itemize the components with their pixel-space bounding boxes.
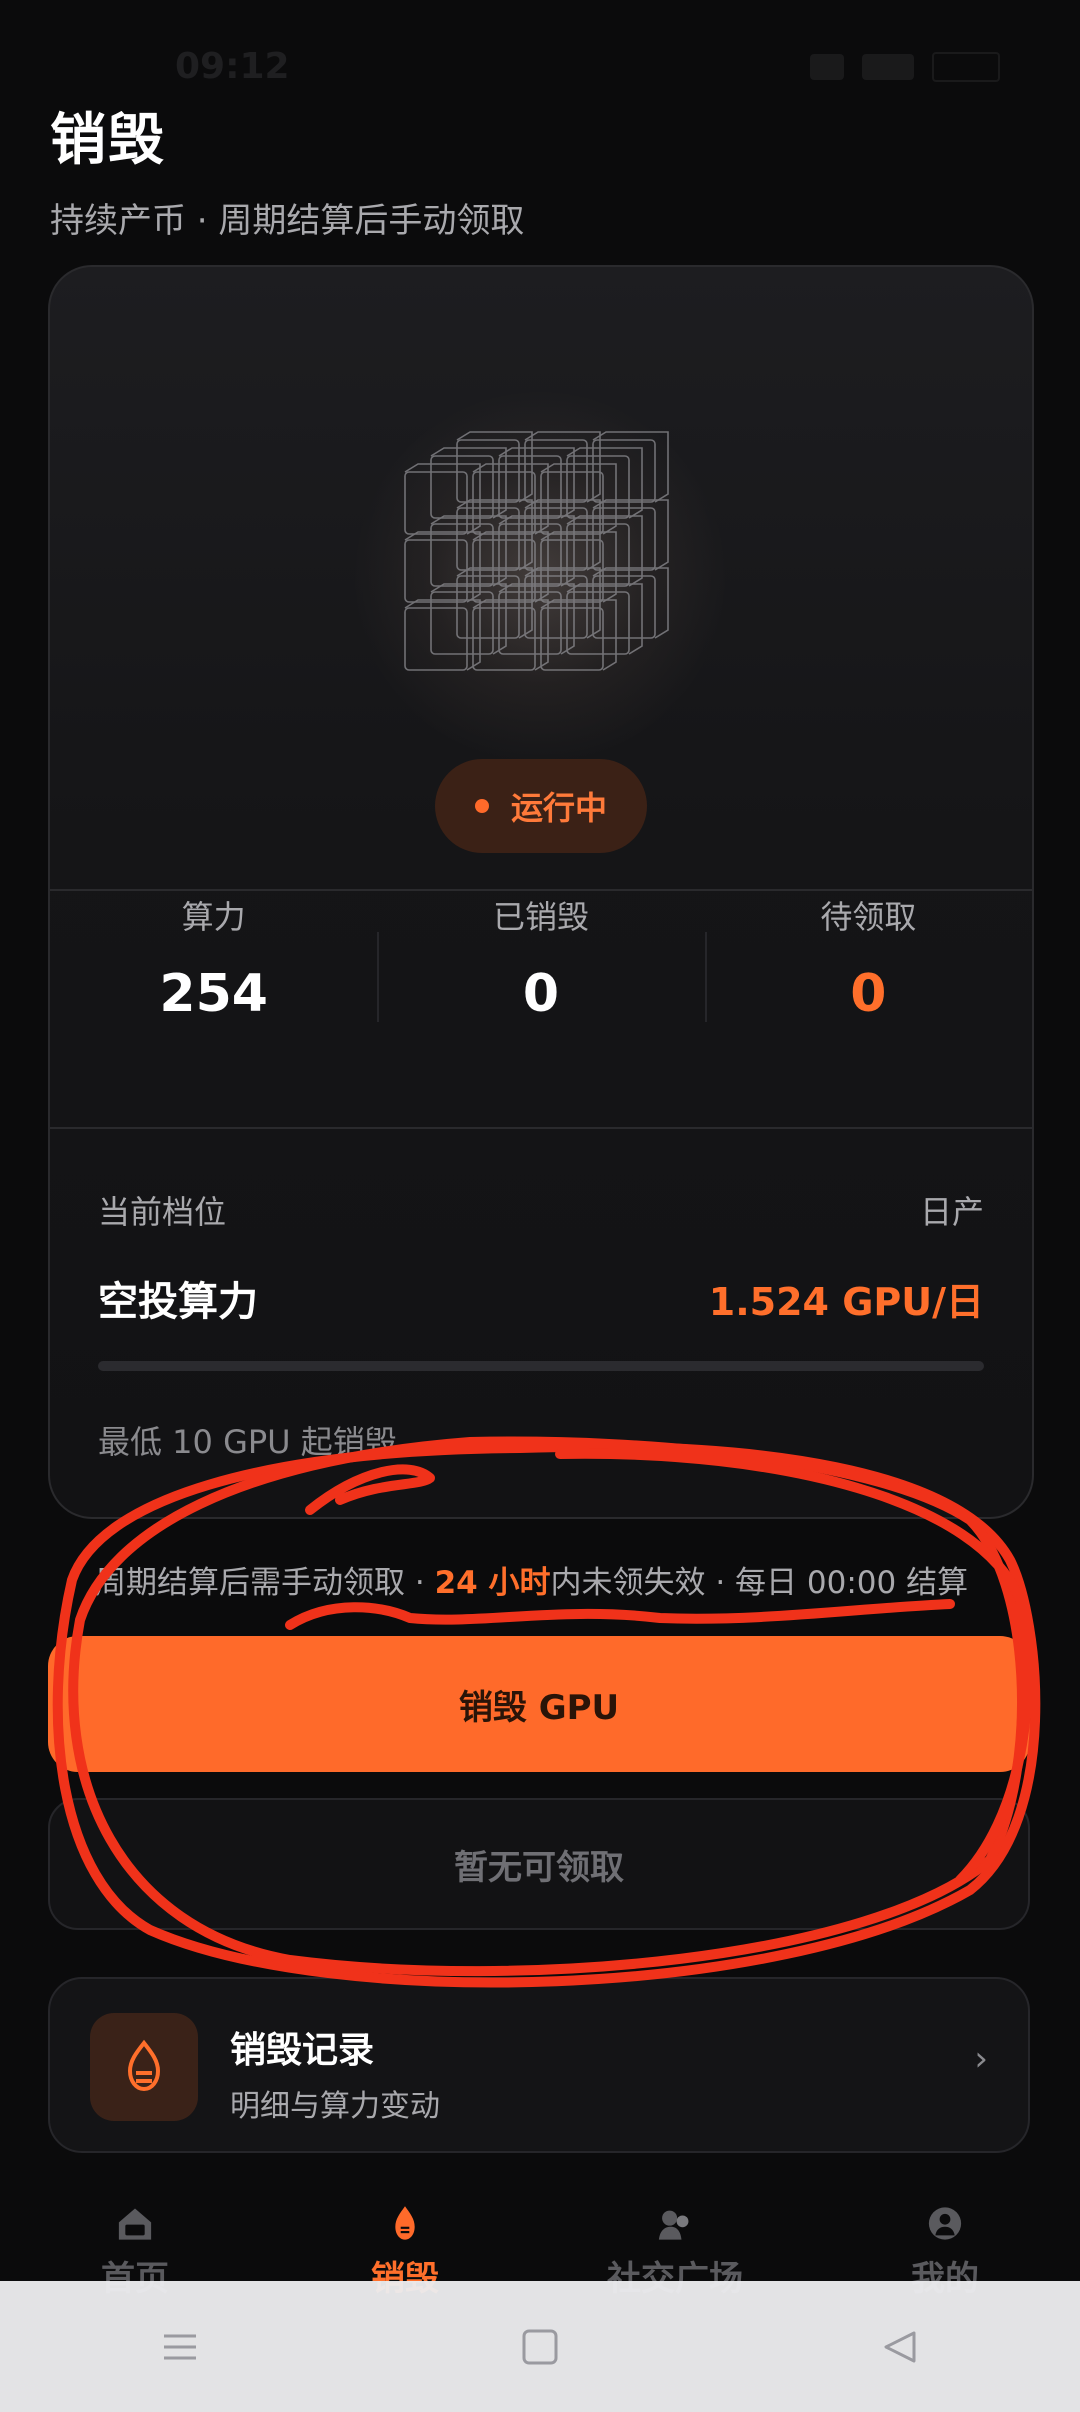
hd-icon bbox=[810, 54, 844, 80]
burn-card: 运行中 算力 254 已销毁 0 待领取 0 当前档位 日产 空投算力 1.52… bbox=[48, 265, 1034, 1519]
page-subtitle: 持续产币 · 周期结算后手动领取 bbox=[50, 201, 525, 241]
menu-nav-button[interactable] bbox=[140, 2307, 220, 2387]
notice-highlight: 24 小时 bbox=[434, 1565, 551, 1601]
stat-value: 0 bbox=[850, 964, 887, 1024]
cube-edge bbox=[566, 583, 643, 655]
cube-edge bbox=[498, 583, 575, 655]
cube-edge bbox=[592, 567, 669, 639]
back-triangle-icon bbox=[884, 2331, 916, 2362]
stat-label: 已销毁 bbox=[492, 898, 589, 936]
chevron-right-icon: › bbox=[974, 2039, 988, 2079]
home-icon bbox=[118, 2208, 152, 2240]
record-icon-box bbox=[90, 2013, 198, 2121]
divider bbox=[50, 1127, 1032, 1129]
tier-label: 当前档位 bbox=[98, 1193, 227, 1231]
settlement-notice: 周期结算后需手动领取 · 24 小时内未领失效 · 每日 00:00 结算 bbox=[95, 1557, 995, 1602]
status-dot bbox=[474, 799, 489, 813]
signal-icon bbox=[862, 54, 914, 80]
stats-row: 算力 254 已销毁 0 待领取 0 bbox=[50, 892, 1032, 1092]
burn-gpu-button[interactable]: 销毁 GPU bbox=[48, 1636, 1030, 1772]
record-title: 销毁记录 bbox=[230, 2030, 375, 2071]
cube-edge bbox=[524, 499, 601, 571]
flame-icon bbox=[127, 2039, 161, 2092]
cube-edge bbox=[456, 567, 533, 639]
cube-edge bbox=[472, 599, 549, 671]
tier-name: 空投算力 bbox=[98, 1279, 258, 1325]
cube-edge bbox=[524, 431, 601, 503]
home-nav-button[interactable] bbox=[500, 2307, 580, 2387]
cube-edge bbox=[456, 431, 533, 503]
square-icon bbox=[522, 2329, 558, 2364]
claim-button[interactable]: 暂无可领取 bbox=[48, 1798, 1030, 1930]
minimum-burn-text: 最低 10 GPU 起销毁 bbox=[98, 1423, 397, 1461]
cube-edge bbox=[592, 431, 669, 503]
battery-icon bbox=[932, 52, 1000, 82]
daily-label: 日产 bbox=[919, 1193, 984, 1231]
status-label: 运行中 bbox=[510, 789, 607, 827]
cube-illustration bbox=[404, 431, 669, 671]
menu-icon bbox=[164, 2334, 196, 2359]
system-navigation-bar bbox=[0, 2281, 1080, 2412]
stat-label: 算力 bbox=[181, 898, 246, 936]
burn-record-link[interactable]: 销毁记录 明细与算力变动 › bbox=[48, 1977, 1030, 2153]
separator bbox=[704, 932, 707, 1022]
divider bbox=[50, 889, 1032, 891]
stat-value: 0 bbox=[522, 964, 560, 1024]
record-subtitle: 明细与算力变动 bbox=[230, 2089, 440, 2124]
status-bar: 09:12 bbox=[0, 0, 1080, 100]
cube-edge bbox=[404, 599, 481, 671]
cube-edge bbox=[430, 583, 507, 655]
stat-burned: 已销毁 0 bbox=[377, 892, 704, 1092]
stat-pending: 待领取 0 bbox=[704, 892, 1032, 1092]
daily-output-value: 1.524 GPU/日 bbox=[708, 1280, 984, 1324]
stat-label: 待领取 bbox=[820, 898, 917, 936]
user-icon bbox=[928, 2207, 962, 2240]
notice-text: 内未领失效 · 每日 00:00 结算 bbox=[550, 1565, 969, 1601]
cube-edge bbox=[456, 499, 533, 571]
stat-value: 254 bbox=[159, 964, 268, 1024]
cube-edge bbox=[540, 599, 617, 671]
cube-edge bbox=[524, 567, 601, 639]
cube-edge bbox=[592, 499, 669, 571]
page-title: 销毁 bbox=[50, 108, 166, 173]
tier-progress-bar bbox=[98, 1361, 984, 1371]
separator bbox=[377, 932, 380, 1022]
back-nav-button[interactable] bbox=[860, 2307, 940, 2387]
social-icon bbox=[658, 2210, 689, 2240]
notice-text: 周期结算后需手动领取 · bbox=[95, 1565, 435, 1601]
running-status-badge: 运行中 bbox=[435, 759, 647, 853]
flame-icon bbox=[395, 2206, 415, 2240]
stat-hashrate: 算力 254 bbox=[50, 892, 377, 1092]
status-icons bbox=[810, 52, 1000, 82]
status-time: 09:12 bbox=[175, 46, 290, 87]
